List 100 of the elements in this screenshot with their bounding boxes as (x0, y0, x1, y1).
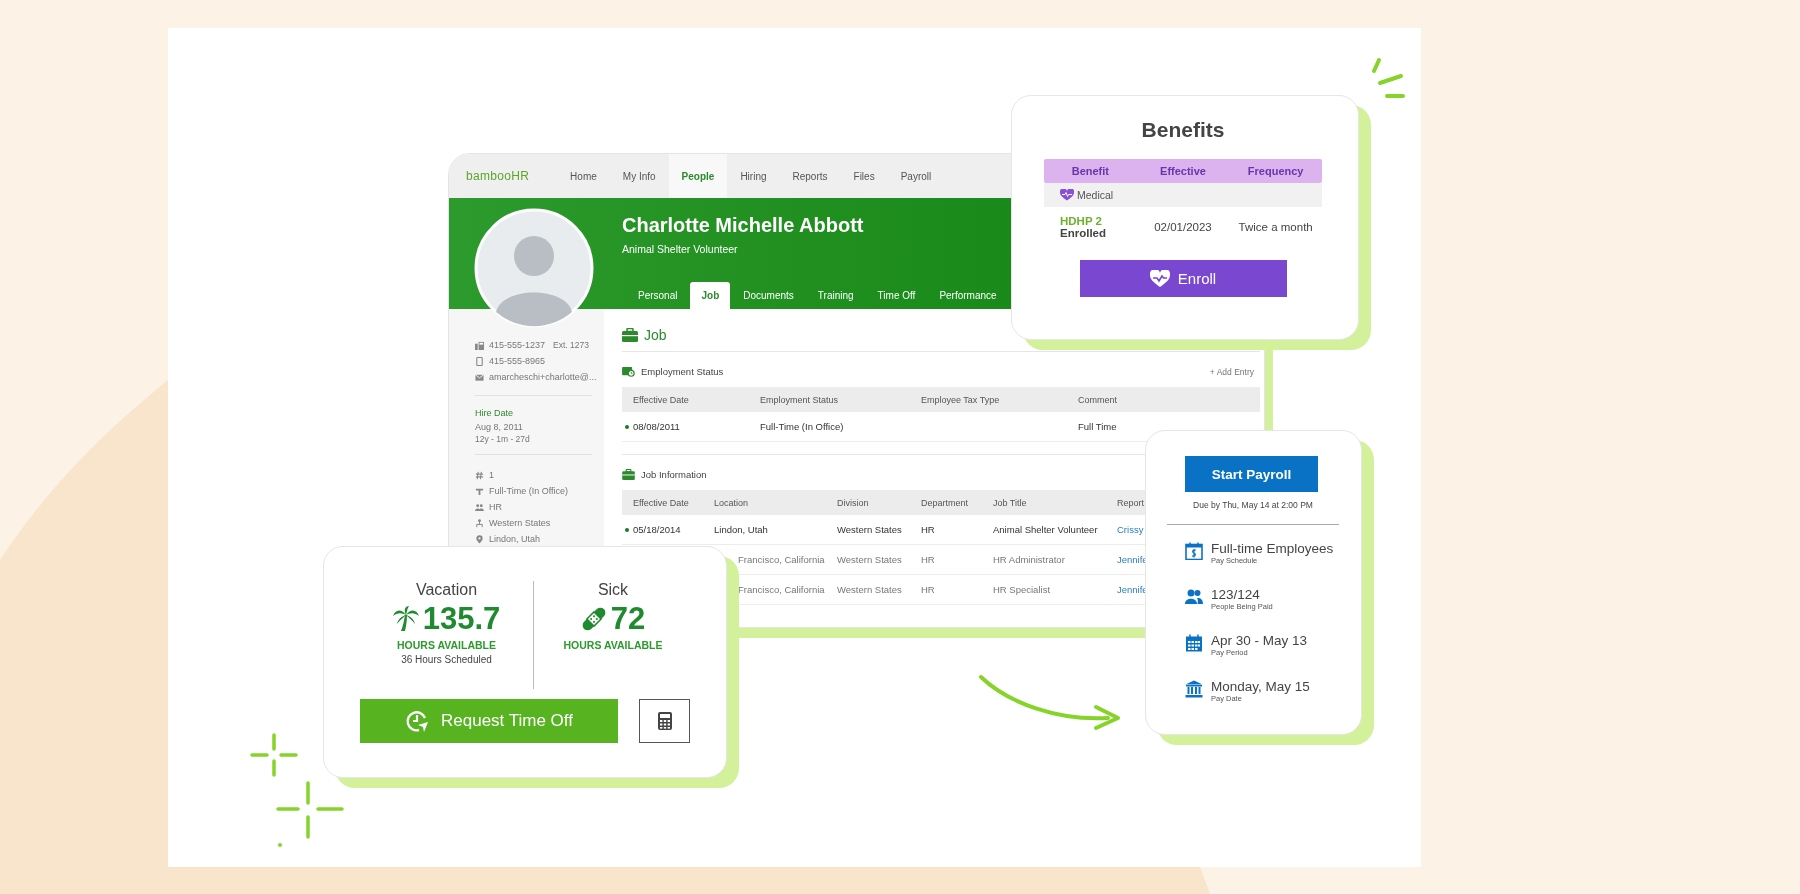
detail-text: HR (489, 502, 502, 512)
table-cell: 05/18/2014 (633, 524, 681, 535)
table-cell: Western States (837, 524, 902, 535)
id-card-icon (622, 366, 635, 377)
nav-item[interactable]: Payroll (887, 154, 945, 198)
enroll-button[interactable]: Enroll (1079, 260, 1287, 297)
table-cell: Full-Time (In Office) (760, 421, 844, 432)
logo[interactable]: bambooHR (466, 169, 530, 183)
tenure: 12y - 1m - 27d (475, 434, 531, 444)
column-header: Effective (1159, 165, 1207, 177)
payroll-value: Full-time Employees (1211, 541, 1334, 556)
clock-icon (405, 709, 429, 733)
current-dot (625, 527, 629, 532)
envelope-icon (475, 372, 484, 382)
heart-pulse-icon (1060, 189, 1074, 201)
people-icon (1185, 588, 1203, 606)
profile-tab[interactable]: Time Off (866, 282, 927, 309)
column-header: Division (837, 497, 869, 508)
due-date: Due by Thu, May 14 at 2:00 PM (1192, 500, 1314, 510)
table-cell: HR Administrator (993, 554, 1065, 565)
detail-text: Full-Time (In Office) (489, 486, 568, 496)
calendar-icon (1185, 634, 1203, 652)
section-title: Job (644, 327, 667, 343)
calculator-button[interactable] (639, 699, 690, 743)
org-chart-icon (475, 518, 484, 528)
nav-item[interactable]: Hiring (727, 154, 780, 198)
table-cell: Lindon, Utah (714, 524, 768, 535)
nav-item[interactable]: People (668, 154, 728, 198)
profile-tab[interactable]: Performance (928, 282, 1008, 309)
start-payroll-button[interactable]: Start Payroll (1185, 456, 1318, 492)
briefcase-icon (622, 469, 635, 480)
column-header: Effective Date (633, 394, 689, 405)
column-header: Employee Tax Type (921, 394, 1000, 405)
hours-value: 135.7 (422, 601, 501, 637)
hours-caption: HOURS AVAILABLE (397, 639, 496, 651)
card-title: Benefits (1140, 118, 1226, 142)
table-cell: Western States (837, 584, 902, 595)
subsection-title: Employment Status (641, 366, 724, 377)
contact-text: 415-555-8965 (489, 356, 546, 366)
calculator-icon (657, 712, 672, 730)
column-header: Department (921, 497, 969, 508)
hours-caption: HOURS AVAILABLE (563, 639, 663, 651)
subsection-title: Job Information (641, 469, 707, 480)
hire-date-label: Hire Date (475, 408, 514, 418)
table-cell: HR (921, 554, 935, 565)
table-cell: Western States (837, 554, 902, 565)
detail-text: 1 (489, 470, 494, 480)
payroll-value: Monday, May 15 (1211, 679, 1310, 694)
detail-text: Western States (489, 518, 551, 528)
table-cell: Full Time (1078, 421, 1117, 432)
plan-status: Enrolled (1060, 227, 1107, 240)
nav-item[interactable]: Home (557, 154, 610, 198)
phone-icon (475, 340, 484, 350)
bank-icon (1185, 680, 1203, 698)
column-header: Comment (1078, 394, 1117, 405)
employee-name: Charlotte Michelle Abbott (622, 214, 864, 237)
balance-title: Sick (597, 581, 629, 599)
payroll-value: Apr 30 - May 13 (1211, 633, 1308, 648)
phone-extension: Ext. 1273 (553, 340, 589, 350)
table-cell-text: Twice a month (1237, 221, 1314, 233)
column-header: Location (714, 497, 749, 508)
column-header: Benefit (1070, 165, 1110, 177)
table-cell: HR (921, 524, 935, 535)
hire-date: Aug 8, 2011 (475, 422, 524, 432)
employee-title: Animal Shelter Volunteer (622, 243, 738, 255)
nav-item[interactable]: Reports (779, 154, 841, 198)
heart-icon (1149, 269, 1170, 288)
table-cell: Francisco, California (738, 584, 825, 595)
table-cell: 08/08/2011 (633, 421, 680, 432)
column-header: Job Title (993, 497, 1027, 508)
current-dot (625, 424, 629, 429)
nav-item[interactable]: Files (840, 154, 888, 198)
detail-text: Lindon, Utah (489, 534, 541, 544)
group-label: Medical (1077, 189, 1114, 201)
profile-tab[interactable]: Job (690, 282, 731, 309)
badge-icon (475, 486, 484, 496)
contact-text: amarcheschi+charlotte@... (489, 372, 597, 382)
add-entry-link[interactable]: + Add Entry (1209, 366, 1254, 377)
profile-tab[interactable]: Personal (627, 282, 689, 309)
column-header: Frequency (1246, 165, 1305, 177)
column-header: Employment Status (760, 394, 839, 405)
manager-link[interactable]: Crissy (1117, 524, 1144, 535)
nav-item[interactable]: My Info (609, 154, 669, 198)
column-header: Effective Date (633, 497, 689, 508)
profile-tab[interactable]: Documents (732, 282, 805, 309)
briefcase-icon (622, 328, 638, 342)
column-header: Report (1117, 497, 1144, 508)
hours-value: 72 (610, 601, 646, 637)
table-cell: Animal Shelter Volunteer (993, 524, 1098, 535)
hash-icon (475, 470, 484, 480)
balance-title: Vacation (415, 581, 478, 599)
plan-name: HDHP 2 (1060, 214, 1103, 227)
table-cell: HR (921, 584, 935, 595)
request-time-off-button[interactable]: Request Time Off (360, 699, 618, 743)
profile-tab[interactable]: Training (806, 282, 865, 309)
mobile-phone-icon (475, 356, 484, 366)
palm-tree-icon (392, 606, 419, 632)
contact-text: 415-555-1237 (489, 340, 546, 350)
payroll-value: 123/124 (1211, 587, 1261, 602)
table-cell-text: 02/01/2023 (1153, 221, 1213, 233)
